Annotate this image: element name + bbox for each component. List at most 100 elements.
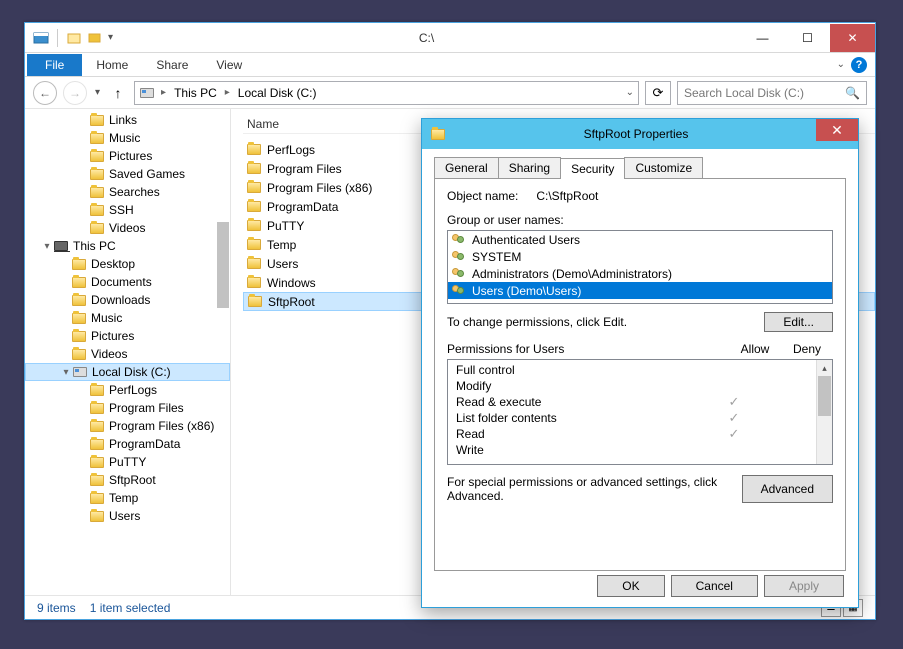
permissions-listbox[interactable]: Full controlModifyRead & execute✓List fo… [447, 359, 833, 465]
tree-item[interactable]: Music [25, 129, 230, 147]
tree-item[interactable]: Documents [25, 273, 230, 291]
back-button[interactable]: ← [33, 81, 57, 105]
tree-item-label: Links [109, 113, 137, 127]
permission-name: List folder contents [456, 411, 708, 425]
forward-button[interactable]: → [63, 81, 87, 105]
group-row[interactable]: SYSTEM [448, 248, 832, 265]
tree-item[interactable]: PerfLogs [25, 381, 230, 399]
breadcrumb-this-pc[interactable]: This PC [172, 86, 219, 100]
close-button[interactable]: ✕ [830, 24, 875, 52]
folder-icon [71, 346, 87, 362]
tab-sharing[interactable]: Sharing [498, 157, 561, 178]
new-folder-icon[interactable] [64, 28, 84, 48]
file-name: Program Files [267, 162, 342, 176]
expand-icon[interactable]: ▾ [41, 241, 53, 252]
permission-row[interactable]: Write [456, 442, 812, 458]
selection-count: 1 item selected [90, 601, 171, 615]
tab-general[interactable]: General [434, 157, 499, 178]
tree-item[interactable]: Program Files [25, 399, 230, 417]
tree-item[interactable]: ProgramData [25, 435, 230, 453]
scroll-thumb[interactable] [818, 376, 831, 416]
permission-row[interactable]: Full control [456, 362, 812, 378]
apply-button[interactable]: Apply [764, 575, 844, 597]
tree-item-label: Program Files [109, 401, 184, 415]
dialog-titlebar[interactable]: SftpRoot Properties ✕ [422, 119, 858, 149]
tree-item[interactable]: ▾Local Disk (C:) [25, 363, 230, 381]
help-icon[interactable]: ? [851, 57, 867, 73]
advanced-button[interactable]: Advanced [742, 475, 833, 503]
permission-name: Read [456, 427, 708, 441]
tree-item[interactable]: Videos [25, 219, 230, 237]
tree-item[interactable]: Saved Games [25, 165, 230, 183]
tree-item[interactable]: Desktop [25, 255, 230, 273]
refresh-button[interactable]: ⟳ [645, 81, 671, 105]
ribbon-tab-view[interactable]: View [202, 54, 256, 76]
expand-ribbon-icon[interactable]: ⌄ [837, 59, 845, 70]
expand-icon[interactable]: ▾ [60, 367, 72, 378]
tree-item[interactable]: ▾This PC [25, 237, 230, 255]
maximize-button[interactable]: ☐ [785, 24, 830, 52]
tree-item-label: PerfLogs [109, 383, 157, 397]
tree-item[interactable]: SSH [25, 201, 230, 219]
tree-item[interactable]: PuTTY [25, 453, 230, 471]
cancel-button[interactable]: Cancel [671, 575, 758, 597]
tree-item-label: Desktop [91, 257, 135, 271]
tree-item[interactable]: Links [25, 111, 230, 129]
permission-row[interactable]: List folder contents✓ [456, 410, 812, 426]
edit-button[interactable]: Edit... [764, 312, 833, 332]
group-row[interactable]: Authenticated Users [448, 231, 832, 248]
tree-item-label: Music [109, 131, 140, 145]
scroll-thumb[interactable] [216, 221, 230, 309]
tab-customize[interactable]: Customize [624, 157, 703, 178]
dialog-close-button[interactable]: ✕ [816, 119, 858, 141]
folder-icon [247, 258, 261, 269]
group-listbox[interactable]: Authenticated UsersSYSTEMAdministrators … [447, 230, 833, 304]
file-menu[interactable]: File [27, 54, 82, 76]
ok-button[interactable]: OK [597, 575, 664, 597]
permission-row[interactable]: Read✓ [456, 426, 812, 442]
tree-item-label: PuTTY [109, 455, 146, 469]
tree-item[interactable]: Searches [25, 183, 230, 201]
titlebar[interactable]: ▾ C:\ — ☐ ✕ [25, 23, 875, 53]
search-input[interactable]: Search Local Disk (C:) 🔍 [677, 81, 867, 105]
properties-icon[interactable] [31, 28, 51, 48]
permission-row[interactable]: Modify [456, 378, 812, 394]
tree-item[interactable]: SftpRoot [25, 471, 230, 489]
chevron-right-icon[interactable]: ▸ [159, 87, 168, 98]
file-name: Program Files (x86) [267, 181, 372, 195]
minimize-button[interactable]: — [740, 24, 785, 52]
tree-item[interactable]: Downloads [25, 291, 230, 309]
tree-item[interactable]: Temp [25, 489, 230, 507]
group-row[interactable]: Users (Demo\Users) [448, 282, 832, 299]
navigation-tree[interactable]: LinksMusicPicturesSaved GamesSearchesSSH… [25, 109, 231, 595]
tree-item[interactable]: Users [25, 507, 230, 525]
folder-icon [89, 148, 105, 164]
file-name: PerfLogs [267, 143, 315, 157]
allow-check: ✓ [708, 410, 760, 426]
tab-security[interactable]: Security [560, 158, 625, 179]
scroll-up-icon[interactable]: ▴ [817, 360, 832, 376]
address-bar[interactable]: ▸ This PC ▸ Local Disk (C:) ⌄ [134, 81, 639, 105]
tree-item[interactable]: Videos [25, 345, 230, 363]
column-name[interactable]: Name [243, 117, 393, 131]
tree-item[interactable]: Pictures [25, 147, 230, 165]
scrollbar[interactable]: ▴ [816, 360, 832, 464]
recent-locations-icon[interactable]: ▾ [93, 87, 102, 98]
group-row[interactable]: Administrators (Demo\Administrators) [448, 265, 832, 282]
pc-icon [53, 238, 69, 254]
permission-row[interactable]: Read & execute✓ [456, 394, 812, 410]
ribbon-tab-home[interactable]: Home [82, 54, 142, 76]
tree-item-label: Documents [91, 275, 152, 289]
folder-icon [71, 328, 87, 344]
folder-icon [89, 400, 105, 416]
address-dropdown-icon[interactable]: ⌄ [626, 87, 634, 98]
folder-dropdown-icon[interactable] [86, 28, 106, 48]
up-button[interactable]: ↑ [108, 83, 128, 103]
tree-item-label: Music [91, 311, 122, 325]
tree-item[interactable]: Program Files (x86) [25, 417, 230, 435]
tree-item[interactable]: Pictures [25, 327, 230, 345]
breadcrumb-local-disk[interactable]: Local Disk (C:) [236, 86, 319, 100]
tree-item[interactable]: Music [25, 309, 230, 327]
chevron-right-icon[interactable]: ▸ [223, 87, 232, 98]
ribbon-tab-share[interactable]: Share [142, 54, 202, 76]
